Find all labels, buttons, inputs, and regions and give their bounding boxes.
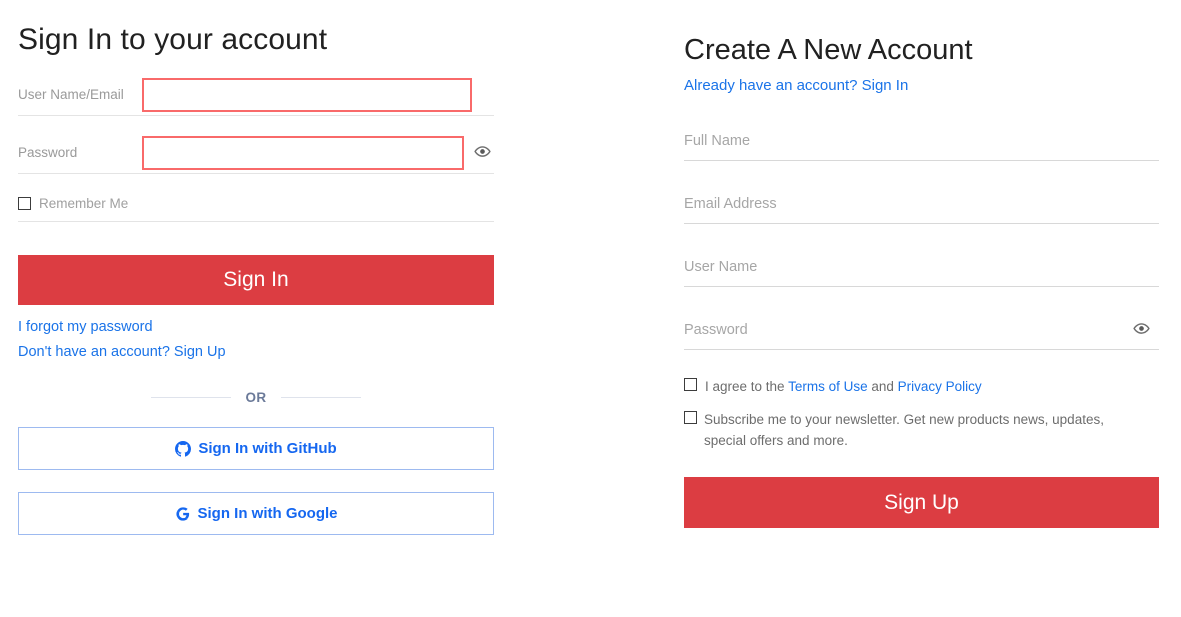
github-icon <box>175 440 192 457</box>
password-input[interactable] <box>142 135 464 170</box>
newsletter-checkbox[interactable] <box>684 411 697 424</box>
email-address-input[interactable] <box>684 184 1159 223</box>
forgot-password-link[interactable]: I forgot my password <box>18 315 494 340</box>
signin-with-github-label: Sign In with GitHub <box>198 440 337 457</box>
signin-button[interactable]: Sign In <box>18 255 494 305</box>
remember-me-row: Remember Me <box>18 188 494 222</box>
remember-me-label: Remember Me <box>39 196 129 211</box>
or-divider: OR <box>18 387 494 407</box>
email-address-field-row <box>684 184 1159 224</box>
terms-of-use-link[interactable]: Terms of Use <box>788 379 868 394</box>
full-name-field-row <box>684 121 1159 161</box>
remember-me-checkbox[interactable] <box>18 197 31 210</box>
or-line-right <box>280 396 361 398</box>
signup-button-wrap: Sign Up <box>684 477 1159 528</box>
terms-agreement-row: I agree to the Terms of Use and Privacy … <box>684 377 1159 396</box>
password-label: Password <box>18 144 78 160</box>
signup-button[interactable]: Sign Up <box>684 477 1159 528</box>
newsletter-label: Subscribe me to your newsletter. Get new… <box>704 412 1104 448</box>
password-visibility-toggle[interactable] <box>472 143 492 163</box>
signin-links: I forgot my password Don't have an accou… <box>18 315 494 365</box>
user-name-input[interactable] <box>684 247 1159 286</box>
signin-title: Sign In to your account <box>18 23 328 56</box>
full-name-input[interactable] <box>684 121 1159 160</box>
signin-panel: Sign In to your account User Name/Email … <box>18 0 494 535</box>
or-line-left <box>151 396 232 398</box>
eye-icon <box>473 143 491 163</box>
signin-with-google-button[interactable]: Sign In with Google <box>18 492 494 535</box>
user-name-field-row <box>684 247 1159 287</box>
signup-panel: Create A New Account Already have an acc… <box>684 0 1159 528</box>
eye-icon <box>1132 320 1150 340</box>
already-have-account-signin-link[interactable]: Already have an account? Sign In <box>684 77 908 94</box>
signup-password-input[interactable] <box>684 310 1159 349</box>
google-icon <box>175 506 191 522</box>
signup-link[interactable]: Don't have an account? Sign Up <box>18 340 494 365</box>
username-email-field-row: User Name/Email <box>18 74 494 116</box>
signin-with-github-button[interactable]: Sign In with GitHub <box>18 427 494 470</box>
signin-with-google-label: Sign In with Google <box>197 505 338 522</box>
privacy-policy-link[interactable]: Privacy Policy <box>898 379 982 394</box>
username-email-input[interactable] <box>142 77 472 112</box>
auth-page: Sign In to your account User Name/Email … <box>0 0 1181 617</box>
newsletter-row: Subscribe me to your newsletter. Get new… <box>684 409 1159 451</box>
terms-middle: and <box>867 379 898 394</box>
terms-prefix: I agree to the <box>705 379 789 394</box>
password-field-row: Password <box>18 132 494 174</box>
terms-text: I agree to the Terms of Use and Privacy … <box>705 377 982 396</box>
username-email-label: User Name/Email <box>18 86 124 102</box>
signup-password-visibility-toggle[interactable] <box>1131 320 1151 340</box>
terms-checkbox[interactable] <box>684 378 697 391</box>
signin-button-wrap: Sign In <box>18 255 494 305</box>
signup-title: Create A New Account <box>684 34 973 66</box>
signup-password-field-row <box>684 310 1159 350</box>
or-label: OR <box>245 389 267 405</box>
